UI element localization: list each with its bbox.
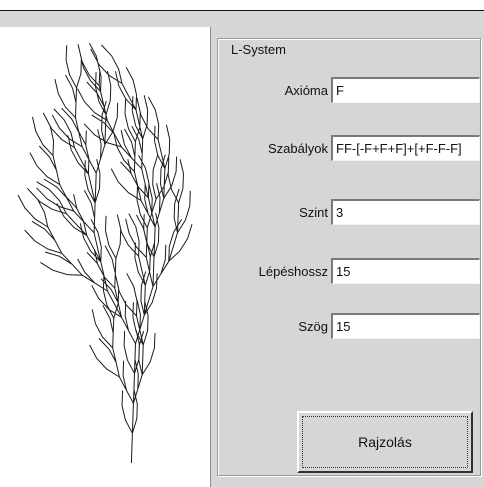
window-top-strip [0, 11, 484, 27]
level-input[interactable] [331, 199, 480, 225]
window-top-border [0, 0, 484, 11]
l-system-tree [17, 42, 193, 464]
l-system-groupbox: L-System Axióma Szabályok Szint Lépéshos… [217, 38, 481, 476]
tree-branches [17, 42, 193, 464]
rules-input[interactable] [331, 135, 480, 161]
step-length-input[interactable] [331, 258, 480, 284]
level-label: Szint [299, 205, 328, 220]
axiom-input[interactable] [331, 77, 480, 103]
angle-label: Szög [298, 319, 328, 334]
groupbox-title: L-System [228, 42, 289, 57]
settings-panel: L-System Axióma Szabályok Szint Lépéshos… [210, 27, 484, 487]
rules-label: Szabályok [268, 141, 328, 156]
step-length-label: Lépéshossz [258, 264, 328, 279]
drawing-canvas [0, 27, 210, 487]
angle-input[interactable] [331, 313, 480, 339]
draw-button-label: Rajzolás [358, 434, 412, 450]
draw-button[interactable]: Rajzolás [297, 411, 473, 473]
axiom-label: Axióma [284, 83, 328, 98]
